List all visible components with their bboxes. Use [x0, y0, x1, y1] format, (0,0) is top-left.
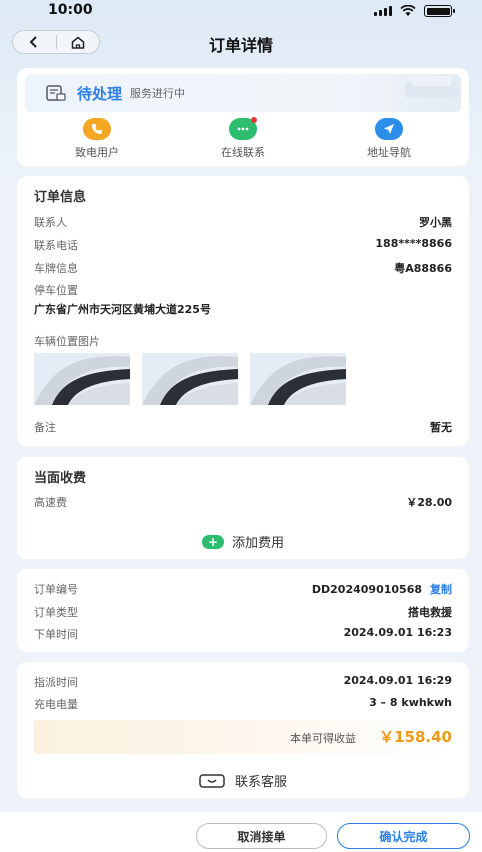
plate-value: 粤A88866 [394, 262, 452, 275]
remark-label: 备注 [34, 421, 56, 434]
signal-icon [374, 6, 392, 16]
phone-icon [83, 118, 111, 140]
online-chat-button[interactable]: 在线联系 [193, 117, 293, 160]
status-icons [374, 5, 455, 17]
fee-item-row: 高速费 ￥28.00 [34, 494, 452, 510]
vehicle-photo-3[interactable] [250, 353, 346, 405]
battery-icon [424, 5, 455, 17]
bottom-action-bar: 取消接单 确认完成 [0, 812, 482, 852]
vehicle-photo-1[interactable] [34, 353, 130, 405]
add-fee-label: 添加费用 [231, 536, 284, 551]
unread-dot [251, 117, 257, 123]
confirm-complete-button[interactable]: 确认完成 [337, 823, 470, 849]
order-time-label: 下单时间 [34, 628, 78, 641]
phone-row: 联系电话 188****8866 [34, 237, 452, 253]
fees-title: 当面收费 [34, 471, 87, 486]
plus-icon: + [201, 534, 224, 549]
cancel-order-button[interactable]: 取消接单 [196, 823, 327, 849]
pending-order-icon [46, 85, 66, 101]
address-navigation-button[interactable]: 地址导航 [339, 118, 439, 160]
contact-support-button[interactable]: 联系客服 [17, 771, 469, 790]
dispatch-time-value: 2024.09.01 16:29 [343, 674, 452, 687]
order-time-row: 下单时间 2024.09.01 16:23 [34, 626, 452, 642]
phone-label: 联系电话 [34, 239, 78, 252]
fee-item-label: 高速费 [34, 496, 67, 509]
order-number-row: 订单编号 DD202409010568 复制 [34, 581, 452, 597]
call-user-button[interactable]: 致电用户 [47, 118, 147, 160]
income-bar: 本单可得收益 ￥158.40 [34, 720, 452, 754]
dispatch-time-row: 指派时间 2024.09.01 16:29 [34, 674, 452, 690]
fees-card: 当面收费 高速费 ￥28.00 + 添加费用 [17, 457, 469, 559]
order-number-label: 订单编号 [34, 583, 78, 596]
order-type-label: 订单类型 [34, 606, 78, 619]
photos-row: 车辆位置图片 [34, 333, 452, 349]
status-label: 待处理 [77, 84, 123, 103]
income-amount: ￥158.40 [379, 728, 452, 746]
contact-value: 罗小黑 [419, 216, 452, 229]
phone-value: 188****8866 [375, 237, 452, 250]
order-time-value: 2024.09.01 16:23 [343, 626, 452, 639]
fee-item-value: ￥28.00 [406, 496, 452, 509]
charge-value: 3 – 8 kwhkwh [369, 696, 452, 709]
quick-actions: 致电用户 在线联系 地址导航 [17, 117, 469, 164]
wifi-icon [400, 5, 416, 16]
order-type-row: 订单类型 搭电救援 [34, 604, 452, 620]
income-label: 本单可得收益 [290, 732, 356, 745]
order-status-card: 待处理 服务进行中 致电用户 在线联系 地址导航 [17, 68, 469, 166]
chat-icon [229, 117, 257, 140]
status-description: 服务进行中 [130, 87, 186, 100]
charge-row: 充电电量 3 – 8 kwhkwh [34, 696, 452, 712]
order-info-title: 订单信息 [34, 190, 87, 205]
nav-bar: 订单详情 [0, 28, 482, 58]
online-chat-label: 在线联系 [221, 146, 265, 159]
address-navigation-label: 地址导航 [367, 146, 411, 159]
order-info-card: 订单信息 联系人 罗小黑 联系电话 188****8866 车牌信息 粤A888… [17, 176, 469, 446]
location-row: 停车位置 [34, 282, 452, 298]
order-number-group: DD202409010568 复制 [312, 581, 452, 597]
status-time: 10:00 [48, 2, 93, 18]
plate-row: 车牌信息 粤A88866 [34, 260, 452, 276]
status-decoration [405, 76, 459, 98]
plate-label: 车牌信息 [34, 262, 78, 275]
remark-value: 暂无 [430, 421, 452, 434]
contact-label: 联系人 [34, 216, 67, 229]
add-fee-button[interactable]: + 添加费用 [17, 532, 469, 551]
charge-label: 充电电量 [34, 698, 78, 711]
page-title: 订单详情 [208, 36, 273, 55]
order-meta-card: 订单编号 DD202409010568 复制 订单类型 搭电救援 下单时间 202… [17, 569, 469, 652]
dispatch-card: 指派时间 2024.09.01 16:29 充电电量 3 – 8 kwhkwh … [17, 662, 469, 798]
remark-row: 备注 暂无 [34, 419, 452, 435]
contact-row: 联系人 罗小黑 [34, 214, 452, 230]
vehicle-photo-2[interactable] [142, 353, 238, 405]
order-number-value: DD202409010568 [311, 583, 422, 596]
contact-support-label: 联系客服 [234, 775, 287, 790]
status-strip: 待处理 服务进行中 [25, 74, 461, 112]
navigation-icon [375, 118, 403, 140]
location-address: 广东省广州市天河区黄埔大道225号 [34, 303, 211, 316]
system-status-bar: 10:00 [0, 0, 482, 24]
customer-service-icon [199, 773, 225, 788]
location-label: 停车位置 [34, 284, 78, 297]
order-type-value: 搭电救援 [408, 606, 452, 619]
copy-button[interactable]: 复制 [430, 583, 452, 596]
call-user-label: 致电用户 [75, 146, 119, 159]
dispatch-time-label: 指派时间 [34, 676, 78, 689]
photos-label: 车辆位置图片 [34, 335, 100, 348]
